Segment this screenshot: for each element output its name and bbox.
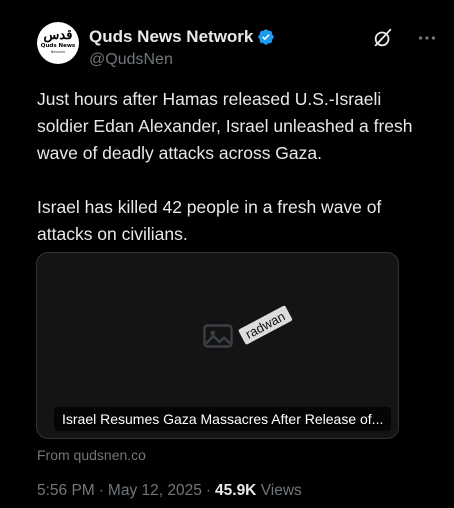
- avatar-logo-text: Quds News: [40, 43, 76, 49]
- image-icon: [202, 324, 233, 348]
- link-card-caption[interactable]: Israel Resumes Gaza Massacres After Rele…: [54, 407, 392, 431]
- tweet-text: Just hours after Hamas released U.S.-Isr…: [37, 89, 413, 244]
- views-label: Views: [260, 482, 302, 499]
- more-icon[interactable]: [416, 27, 438, 49]
- verified-badge-icon[interactable]: [257, 28, 275, 46]
- link-source[interactable]: From qudsnen.co: [37, 446, 146, 464]
- post-time[interactable]: 5:56 PM: [37, 482, 95, 499]
- display-name[interactable]: Quds News Network: [89, 27, 253, 47]
- account-handle[interactable]: @QudsNen: [89, 51, 173, 69]
- meta-separator: ·: [205, 482, 212, 499]
- avatar[interactable]: قدس Quds News Network: [37, 22, 79, 64]
- avatar-logo-subtext: Network: [50, 50, 66, 54]
- meta-separator: ·: [98, 482, 104, 499]
- tweet-header: قدس Quds News Network Quds News Network …: [37, 22, 438, 74]
- views-count: 45.9K: [215, 482, 257, 499]
- grok-icon[interactable]: [372, 27, 394, 49]
- avatar-logo-arabic: قدس: [43, 28, 73, 43]
- name-row: Quds News Network: [89, 27, 275, 47]
- tweet-meta: 5:56 PM · May 12, 2025 · 45.9K Views: [37, 481, 302, 501]
- link-card-media[interactable]: Israel Resumes Gaza Massacres After Rele…: [36, 252, 399, 439]
- post-date[interactable]: May 12, 2025: [108, 482, 202, 499]
